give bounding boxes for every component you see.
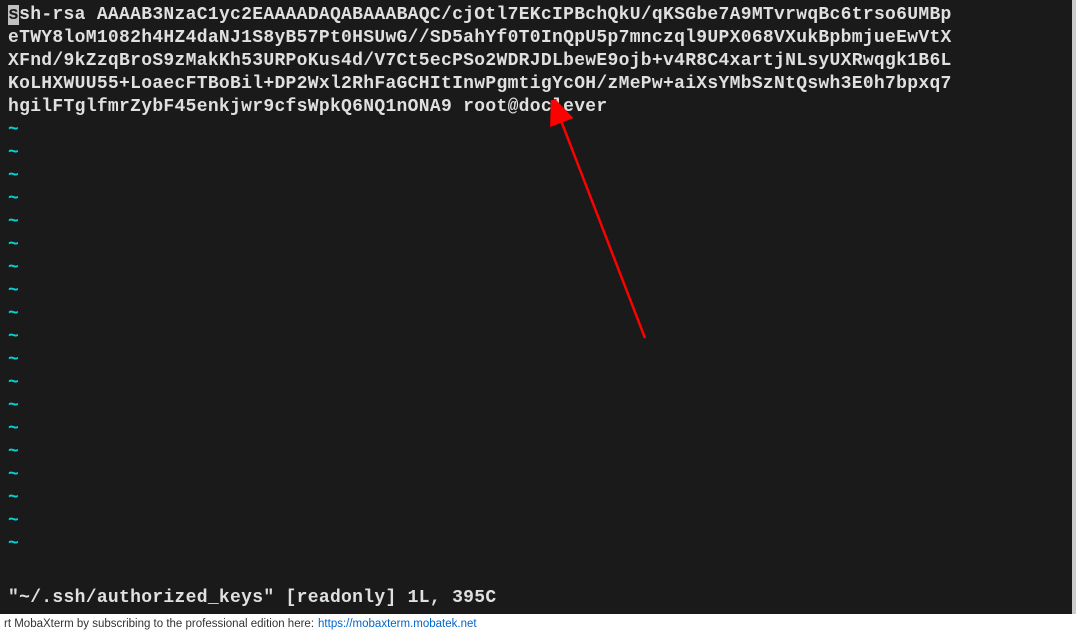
footer-text: rt MobaXterm by subscribing to the profe…: [4, 618, 314, 630]
vim-tilde: ~: [8, 189, 19, 209]
vim-tilde: ~: [8, 212, 19, 232]
footer-link[interactable]: https://mobaxterm.mobatek.net: [318, 618, 477, 630]
vim-status-line: "~/.ssh/authorized_keys" [readonly] 1L, …: [8, 588, 496, 608]
vim-tilde: ~: [8, 281, 19, 301]
vim-tilde: ~: [8, 442, 19, 462]
vim-tilde: ~: [8, 143, 19, 163]
vim-tilde: ~: [8, 419, 19, 439]
ssh-key-line2: eTWY8loM1082h4HZ4daNJ1S8yB57Pt0HSUwG//SD…: [8, 28, 952, 48]
ssh-key-line1: sh-rsa AAAAB3NzaC1yc2EAAAADAQABAAABAQC/c…: [19, 5, 952, 25]
vim-tilde: ~: [8, 350, 19, 370]
vim-tilde: ~: [8, 511, 19, 531]
editor-content: ssh-rsa AAAAB3NzaC1yc2EAAAADAQABAAABAQC/…: [0, 0, 1072, 560]
vim-tilde: ~: [8, 166, 19, 186]
vim-tilde: ~: [8, 396, 19, 416]
footer-bar: rt MobaXterm by subscribing to the profe…: [0, 614, 1080, 633]
vim-tilde: ~: [8, 327, 19, 347]
ssh-key-line5: hgilFTglfmrZybF45enkjwr9cfsWpkQ6NQ1nONA9…: [8, 97, 608, 117]
vim-tilde: ~: [8, 304, 19, 324]
vim-tilde: ~: [8, 120, 19, 140]
vim-tilde: ~: [8, 258, 19, 278]
ssh-key-line3: XFnd/9kZzqBroS9zMakKh53URPoKus4d/V7Ct5ec…: [8, 51, 952, 71]
ssh-key-line4: KoLHXWUU55+LoaecFTBoBil+DP2Wxl2RhFaGCHIt…: [8, 74, 952, 94]
vim-tilde: ~: [8, 465, 19, 485]
cursor: s: [8, 5, 19, 25]
vim-tilde: ~: [8, 373, 19, 393]
vim-tilde: ~: [8, 488, 19, 508]
terminal-window[interactable]: ssh-rsa AAAAB3NzaC1yc2EAAAADAQABAAABAQC/…: [0, 0, 1076, 614]
vim-tilde: ~: [8, 235, 19, 255]
vim-tilde: ~: [8, 534, 19, 554]
